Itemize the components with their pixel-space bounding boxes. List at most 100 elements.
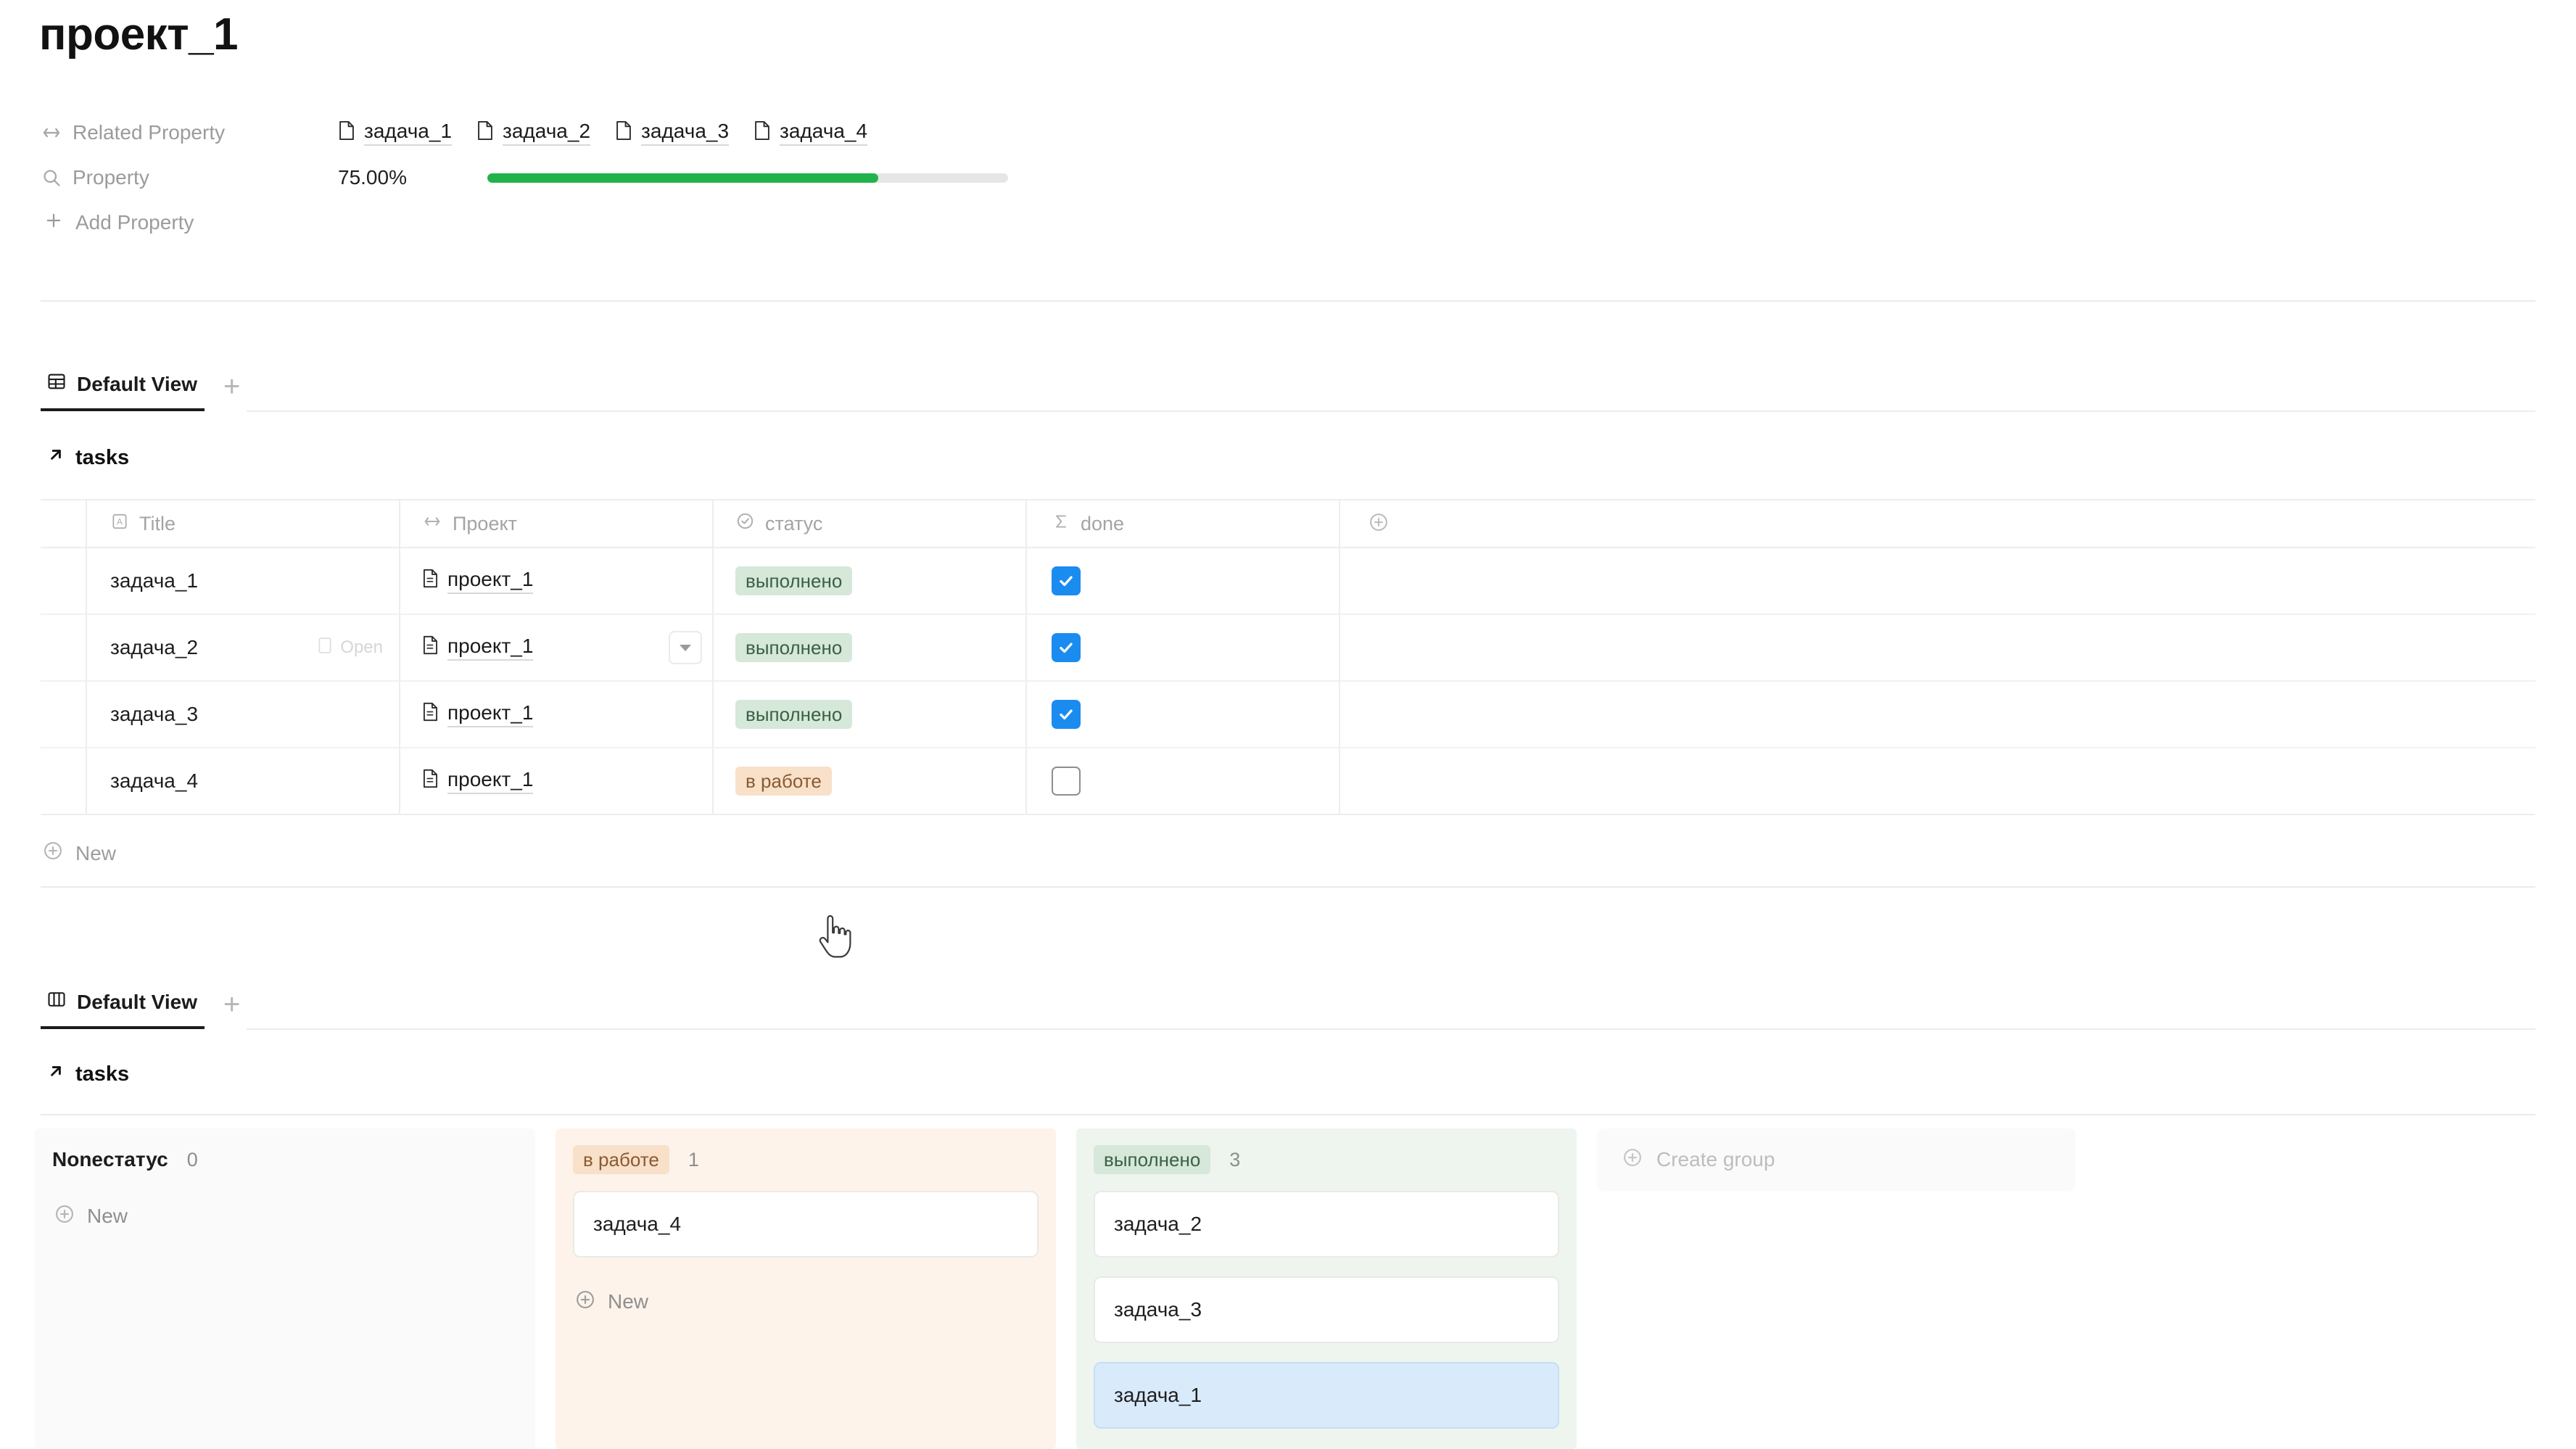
project-chip[interactable]: проект_1 [422,701,534,727]
cell-done[interactable] [1025,548,1339,614]
cell-title[interactable]: задача_1 [86,548,399,614]
table-row[interactable]: задача_4 проект_1 в работе [41,748,2535,815]
property-label-text: Related Property [73,121,226,144]
tabbar-rule [247,410,2535,412]
column-header-label: done [1081,512,1125,534]
kanban-icon [46,989,67,1015]
property-value-related: задача_1 задача_2 задача_3 задача_4 [338,120,868,146]
table-add-column-button[interactable] [1339,500,2144,547]
cell-status[interactable]: выполнено [712,682,1025,747]
status-badge: выполнено [735,566,853,595]
table-column-header-done[interactable]: done [1025,500,1339,547]
create-group-label: Create group [1656,1148,1775,1171]
project-chip[interactable]: проект_1 [422,568,534,594]
cell-title-text: задача_1 [110,569,199,592]
cell-done[interactable] [1025,615,1339,680]
add-view-button-table[interactable]: + [205,372,259,411]
status-badge: выполнено [735,633,853,662]
cell-title[interactable]: задача_4 [86,748,399,814]
cell-title[interactable]: задача_2 Open [86,615,399,680]
kanban-column-header[interactable]: выполнено 3 [1076,1128,1577,1191]
cell-status[interactable]: выполнено [712,615,1025,680]
svg-text:A: A [117,516,123,527]
related-chip[interactable]: задача_1 [338,120,453,146]
board-view-tabbar: Default View + [41,989,259,1029]
property-row-progress[interactable]: Property 75.00% [41,155,1781,200]
property-value-progress: 75.00% [338,166,1008,189]
kanban-column-body: New [35,1191,535,1249]
kanban-group-badge: выполнено [1094,1145,1211,1174]
cell-done[interactable] [1025,748,1339,814]
kanban-column-header[interactable]: в работе 1 [556,1128,1056,1191]
row-gutter [41,748,86,814]
create-group-button[interactable]: Create group [1597,1128,2076,1191]
kanban-card[interactable]: задача_4 [573,1191,1039,1258]
tasks-table: A Title Проект статус done задача_1 прое… [41,499,2535,815]
arrow-up-right-icon [46,1062,65,1086]
related-chip[interactable]: задача_3 [615,120,730,146]
relation-icon [422,511,442,537]
table-new-row-label: New [75,841,117,864]
kanban-card[interactable]: задача_3 [1094,1276,1559,1343]
cell-done[interactable] [1025,682,1339,747]
property-label-text: Property [73,166,149,189]
kanban-card-title: задача_3 [1114,1298,1202,1321]
table-row[interactable]: задача_1 проект_1 выполнено [41,548,2535,615]
project-chip[interactable]: проект_1 [422,768,534,794]
property-row-related[interactable]: Related Property задача_1 задача_2 задач… [41,110,1781,155]
table-column-header-title[interactable]: A Title [86,500,399,547]
kanban-column-none: Noneстатус 0 New [35,1128,535,1449]
kanban-card-selected[interactable]: задача_1 [1094,1362,1559,1429]
page-icon [422,702,439,727]
cell-status[interactable]: в работе [712,748,1025,814]
page-icon [338,120,355,146]
cell-project[interactable]: проект_1 [399,682,712,747]
kanban-new-card-button[interactable]: New [573,1276,1039,1327]
progress-bar-track [487,173,1008,183]
plus-circle-icon [1622,1147,1643,1173]
kanban-column-header[interactable]: Noneстатус 0 [35,1128,535,1191]
plus-icon [44,210,64,236]
tab-default-view-table[interactable]: Default View [41,371,205,411]
table-row[interactable]: задача_3 проект_1 выполнено [41,682,2535,748]
relation-icon [41,122,62,144]
related-chip[interactable]: задача_2 [476,120,591,146]
table-column-header-project[interactable]: Проект [399,500,712,547]
kanban-column-done: выполнено 3 задача_2 задача_3 задача_1 [1076,1128,1577,1449]
cell-title-text: задача_2 [110,636,199,659]
table-column-header-status[interactable]: статус [712,500,1025,547]
done-checkbox-unchecked[interactable] [1052,767,1081,796]
table-row[interactable]: задача_2 Open проект_1 выполнено [41,615,2535,682]
kanban-new-card-label: New [608,1290,649,1313]
cell-project[interactable]: проект_1 [399,615,712,680]
page-title: проект_1 [39,9,239,59]
kanban-new-card-label: New [87,1205,128,1227]
page-icon [422,635,439,660]
plus-circle-icon [42,840,64,867]
cell-title[interactable]: задача_3 [86,682,399,747]
tab-default-view-board[interactable]: Default View [41,989,205,1029]
add-property-button[interactable]: Add Property [44,200,1781,245]
add-view-button-board[interactable]: + [205,990,259,1029]
project-chip-label: проект_1 [447,768,534,794]
cell-project[interactable]: проект_1 [399,748,712,814]
cell-status[interactable]: выполнено [712,548,1025,614]
related-chip-label: задача_1 [364,120,453,146]
done-checkbox-checked[interactable] [1052,700,1081,729]
open-record-button[interactable]: Open [317,637,383,659]
section-divider [41,300,2535,302]
relation-dropdown-button[interactable] [669,631,702,664]
kanban-card[interactable]: задача_2 [1094,1191,1559,1258]
table-new-row-button[interactable]: New [42,840,116,867]
project-chip-label: проект_1 [447,701,534,727]
progress-percent-text: 75.00% [338,166,407,189]
cell-project[interactable]: проект_1 [399,548,712,614]
cell-title-text: задача_3 [110,703,199,725]
kanban-new-card-button[interactable]: New [52,1191,518,1242]
done-checkbox-checked[interactable] [1052,633,1081,662]
kanban-card-title: задача_1 [1114,1384,1202,1406]
tab-label: Default View [77,372,197,395]
project-chip[interactable]: проект_1 [422,635,534,661]
related-chip[interactable]: задача_4 [754,120,868,146]
done-checkbox-checked[interactable] [1052,566,1081,595]
